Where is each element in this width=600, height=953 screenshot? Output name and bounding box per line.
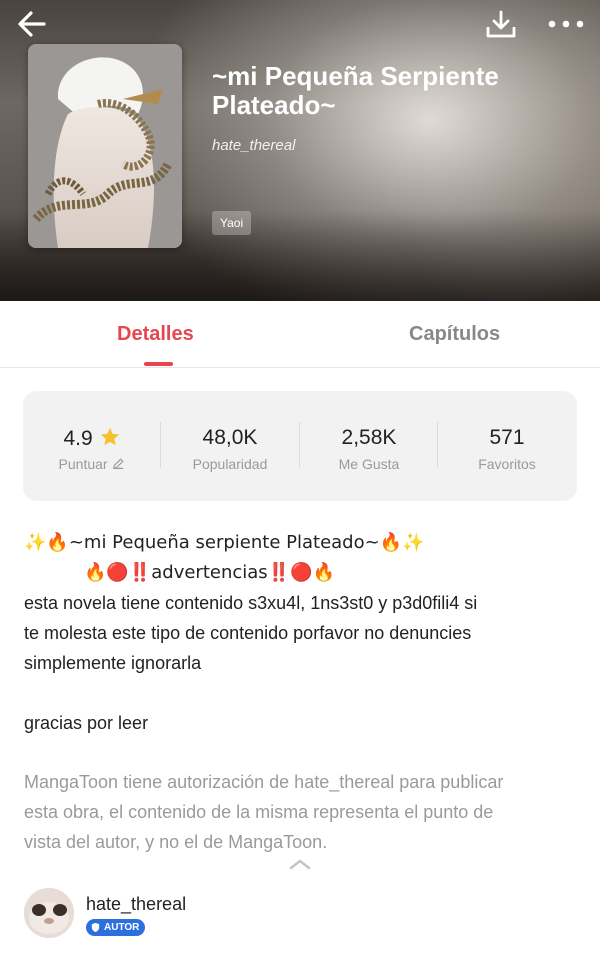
genre-tag[interactable]: Yaoi	[212, 211, 252, 235]
description-line: ✨🔥~mi Pequeña serpiente Plateado~🔥✨	[24, 532, 425, 553]
tab-chapters[interactable]: Capítulos	[300, 301, 600, 368]
tab-details[interactable]: Detalles	[8, 301, 308, 368]
favorites-value: 571	[489, 426, 525, 449]
author-badge: AUTOR	[86, 919, 146, 936]
disclaimer-line: vista del autor, y no el de MangaToon.	[24, 832, 328, 852]
collapse-button[interactable]	[287, 856, 313, 872]
download-button[interactable]	[484, 8, 518, 42]
author-badge-label: AUTOR	[104, 922, 140, 933]
favorites-label: Favoritos	[478, 456, 536, 472]
story-title: ~mi Pequeña Serpiente Plateado~	[212, 61, 499, 120]
back-arrow-icon	[18, 11, 46, 37]
stat-rating[interactable]: 4.9 Puntuar	[23, 391, 161, 501]
badge-shield-icon	[91, 922, 100, 933]
stats-card: 4.9 Puntuar 48,0K Popularidad 2,58K Me G…	[23, 391, 577, 501]
chevron-up-icon	[289, 859, 311, 870]
tab-bar: Detalles Capítulos	[0, 301, 600, 368]
rating-value: 4.9	[63, 427, 93, 450]
description-line: simplemente ignorarla	[24, 653, 202, 673]
download-icon	[486, 10, 516, 38]
back-button[interactable]	[14, 6, 50, 42]
description-line: esta novela tiene contenido s3xu4l, 1ns3…	[24, 593, 478, 613]
stat-likes: 2,58K Me Gusta	[300, 391, 438, 501]
rating-label-row: Puntuar	[23, 456, 161, 472]
popularity-value: 48,0K	[202, 426, 258, 449]
stat-favorites: 571 Favoritos	[438, 391, 576, 501]
header-banner: ~mi Pequeña Serpiente Plateado~ hate_the…	[0, 0, 600, 301]
rating-value-row: 4.9	[23, 426, 161, 451]
author-name[interactable]: hate_thereal	[86, 894, 186, 915]
copyright-disclaimer: MangaToon tiene autorización de hate_the…	[24, 767, 584, 857]
story-description: ✨🔥~mi Pequeña serpiente Plateado~🔥✨ 🔥🔴‼️…	[24, 528, 584, 738]
star-icon	[100, 427, 119, 446]
rating-label: Puntuar	[58, 456, 108, 472]
description-line: 🔥🔴‼️advertencias‼️🔴🔥	[84, 562, 335, 583]
more-options-button[interactable]	[546, 10, 586, 40]
popularity-label: Popularidad	[192, 456, 268, 472]
description-line: te molesta este tipo de contenido porfav…	[24, 623, 472, 643]
likes-value: 2,58K	[341, 426, 397, 449]
disclaimer-line: MangaToon tiene autorización de hate_the…	[24, 772, 504, 792]
edit-pencil-icon	[113, 458, 124, 469]
stat-popularity: 48,0K Popularidad	[161, 391, 299, 501]
more-options-icon	[548, 20, 584, 28]
author-profile-row[interactable]: hate_thereal AUTOR	[24, 888, 584, 942]
likes-label: Me Gusta	[338, 456, 400, 472]
avatar[interactable]	[24, 888, 74, 938]
disclaimer-line: esta obra, el contenido de la misma repr…	[24, 802, 494, 822]
author-link[interactable]: hate_thereal	[212, 137, 295, 154]
active-tab-indicator	[144, 362, 173, 366]
description-line: gracias por leer	[24, 713, 149, 733]
cover-image	[28, 44, 182, 248]
